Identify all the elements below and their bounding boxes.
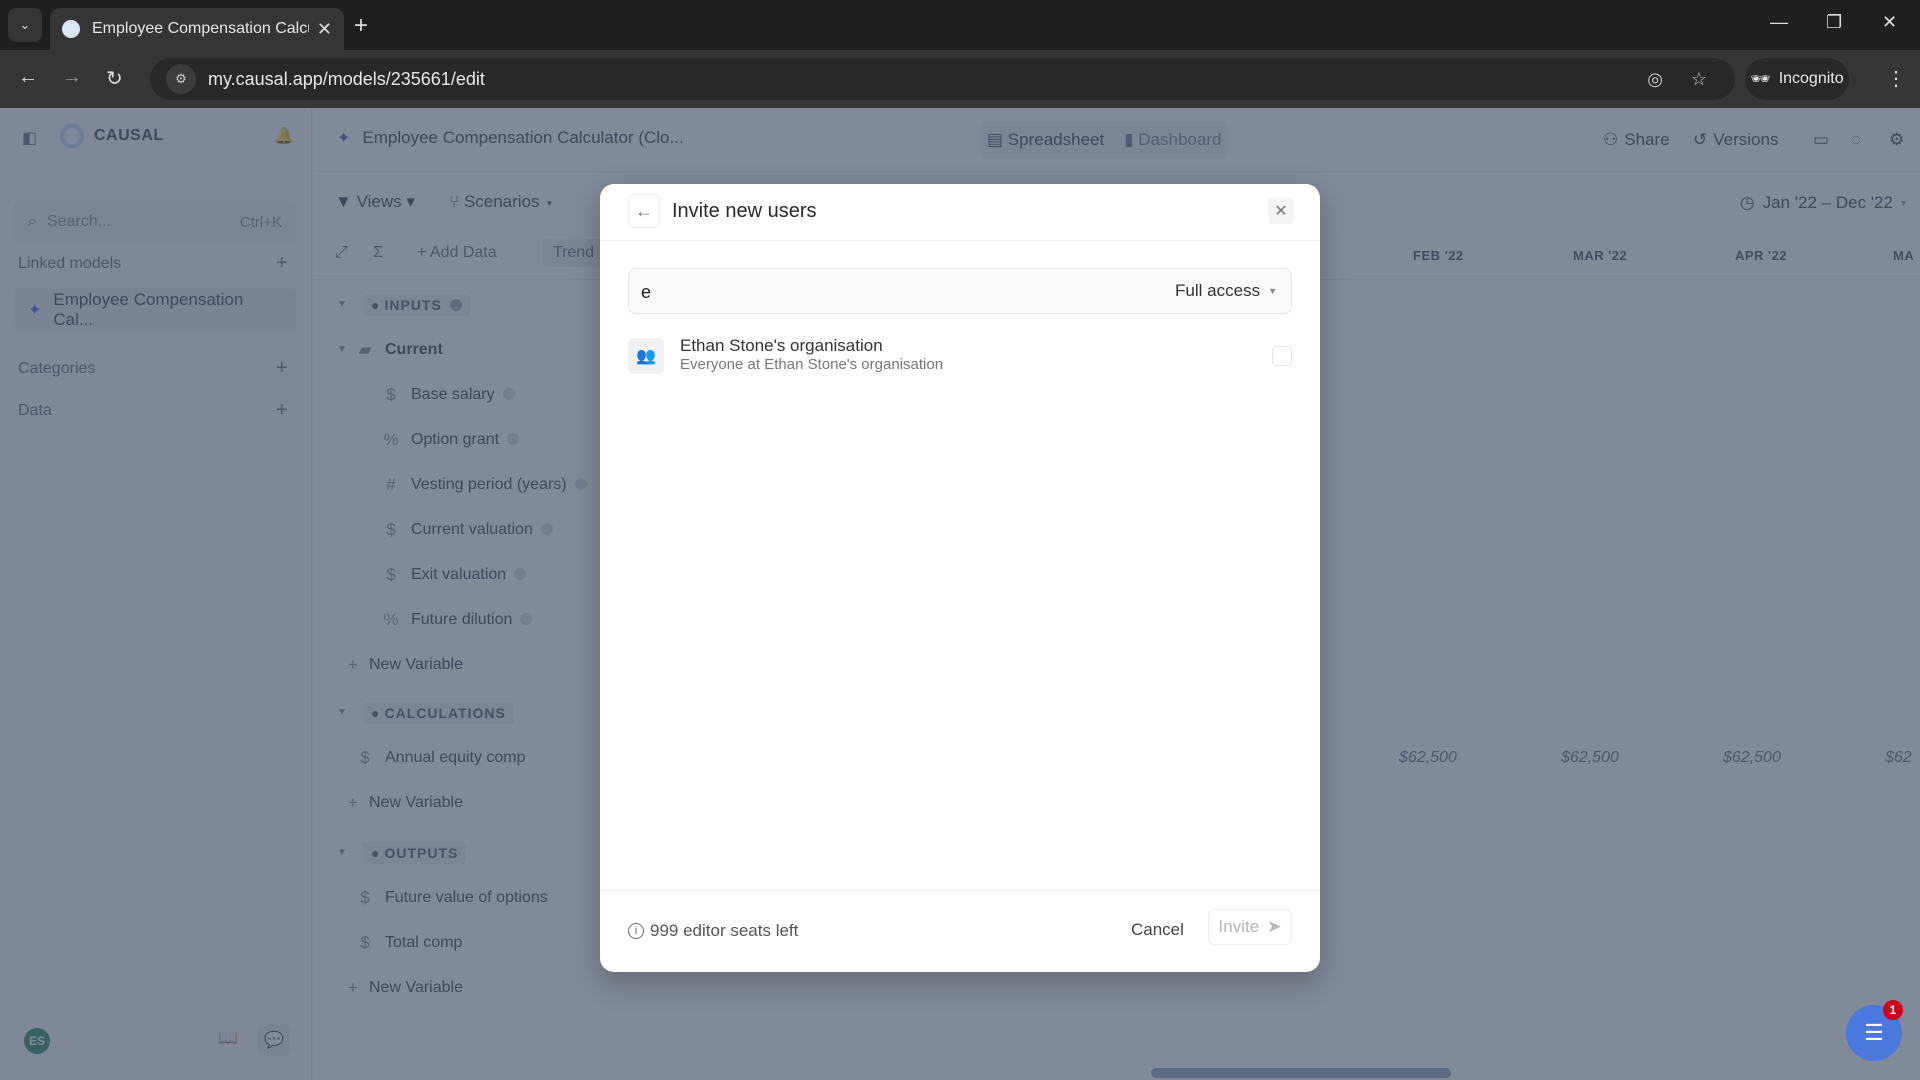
chat-bubble-icon: ☰ (1864, 1020, 1884, 1045)
suggestion-item[interactable]: 👥 Ethan Stone's organisation Everyone at… (628, 334, 1292, 384)
restore-icon[interactable]: ❐ (1826, 12, 1842, 33)
minimize-icon[interactable]: — (1770, 12, 1788, 33)
reload-icon[interactable]: ↻ (106, 66, 123, 91)
chevron-down-icon: ⌄ (19, 17, 31, 32)
invite-label: Invite (1218, 917, 1260, 936)
browser-menu-icon[interactable]: ⋮ (1886, 66, 1906, 91)
tab-favicon-icon (62, 20, 80, 38)
horizontal-scrollbar[interactable] (1151, 1068, 1451, 1078)
url-text: my.causal.app/models/235661/edit (208, 68, 485, 89)
access-level-dropdown[interactable]: Full access ▼ (1175, 281, 1277, 301)
new-tab-button[interactable]: + (354, 12, 368, 40)
window-close-icon[interactable]: ✕ (1882, 12, 1897, 33)
close-tab-icon[interactable]: ✕ (317, 19, 332, 40)
invite-email-input[interactable] (641, 277, 1121, 307)
group-users-icon: 👥 (628, 338, 664, 374)
tab-title: Employee Compensation Calcul (92, 20, 309, 37)
dialog-header: ← Invite new users ✕ (600, 184, 1320, 241)
address-bar-row: ← → ↻ ⚙ my.causal.app/models/235661/edit… (0, 50, 1920, 108)
incognito-indicator[interactable]: 🕶 Incognito (1745, 58, 1849, 100)
forward-icon[interactable]: → (62, 66, 82, 89)
browser-tab[interactable]: Employee Compensation Calcul ✕ (50, 8, 344, 50)
browser-tab-bar: ⌄ Employee Compensation Calcul ✕ + — ❐ ✕ (0, 0, 1920, 50)
invite-email-field[interactable]: Full access ▼ (628, 268, 1292, 314)
dialog-footer: i 999 editor seats left Cancel Invite ➤ (600, 890, 1320, 972)
cancel-button[interactable]: Cancel (1131, 920, 1184, 940)
suggestion-checkbox[interactable] (1272, 346, 1292, 366)
chat-unread-badge: 1 (1883, 1000, 1903, 1020)
back-button[interactable]: ← (628, 194, 660, 228)
suggestion-name: Ethan Stone's organisation (680, 336, 883, 355)
site-settings-icon[interactable]: ⚙ (166, 64, 196, 94)
chevron-down-icon: ▼ (1268, 286, 1277, 296)
close-button[interactable]: ✕ (1268, 198, 1294, 224)
suggestion-description: Everyone at Ethan Stone's organisation (680, 356, 944, 373)
seats-info: i 999 editor seats left (628, 921, 798, 941)
url-bar[interactable]: ⚙ my.causal.app/models/235661/edit ◎ ☆ (150, 58, 1735, 100)
eye-off-icon[interactable]: ◎ (1647, 69, 1663, 90)
seats-text: 999 editor seats left (650, 921, 799, 940)
close-icon: ✕ (1274, 203, 1288, 220)
incognito-label: Incognito (1778, 70, 1844, 87)
dialog-title: Invite new users (672, 200, 817, 222)
arrow-left-icon: ← (635, 200, 653, 221)
back-icon[interactable]: ← (18, 66, 38, 89)
invite-button[interactable]: Invite ➤ (1208, 909, 1292, 945)
tab-search-button[interactable]: ⌄ (8, 8, 42, 42)
invite-users-dialog: ← Invite new users ✕ Full access ▼ 👥 Eth… (600, 184, 1320, 972)
incognito-icon: 🕶 (1750, 71, 1771, 88)
send-icon: ➤ (1267, 917, 1282, 936)
star-icon[interactable]: ☆ (1691, 69, 1707, 90)
access-level-label: Full access (1175, 281, 1261, 300)
info-icon: i (628, 923, 644, 939)
